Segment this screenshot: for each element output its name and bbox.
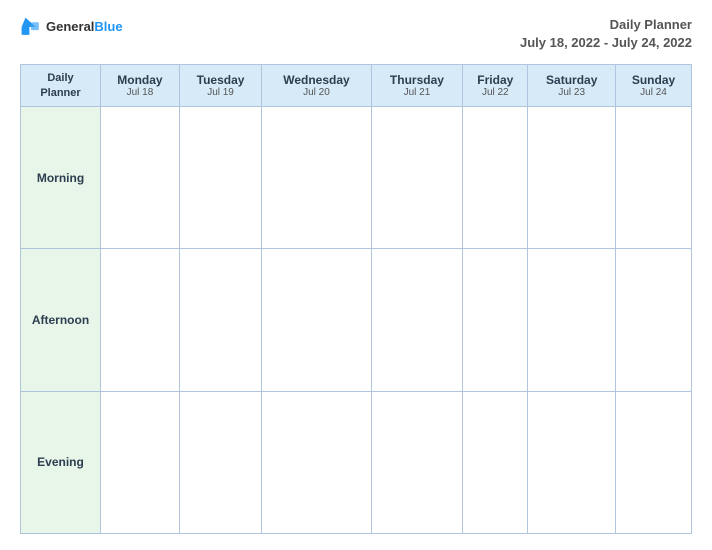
th-date: Jul 20	[266, 87, 366, 98]
header: GeneralBlue Daily Planner July 18, 2022 …	[20, 16, 692, 52]
cell-morning-wednesday[interactable]	[262, 106, 371, 248]
cell-morning-saturday[interactable]	[528, 106, 616, 248]
cell-evening-tuesday[interactable]	[179, 391, 261, 533]
th-label-daily: DailyPlanner	[40, 72, 80, 98]
th-wednesday: WednesdayJul 20	[262, 65, 371, 107]
cell-afternoon-wednesday[interactable]	[262, 249, 371, 391]
row-evening: Evening	[21, 391, 692, 533]
cell-afternoon-tuesday[interactable]	[179, 249, 261, 391]
row-afternoon: Afternoon	[21, 249, 692, 391]
cell-evening-wednesday[interactable]	[262, 391, 371, 533]
cell-morning-tuesday[interactable]	[179, 106, 261, 248]
th-date: Jul 22	[467, 87, 523, 98]
cell-morning-thursday[interactable]	[371, 106, 462, 248]
row-morning: Morning	[21, 106, 692, 248]
th-day-name: Sunday	[620, 73, 687, 87]
th-day-name: Wednesday	[266, 73, 366, 87]
date-range: July 18, 2022 - July 24, 2022	[520, 34, 692, 52]
cell-evening-thursday[interactable]	[371, 391, 462, 533]
planner-table: DailyPlanner MondayJul 18TuesdayJul 19We…	[20, 64, 692, 534]
logo-icon	[20, 16, 42, 38]
logo-text: GeneralBlue	[46, 19, 123, 35]
logo-area: GeneralBlue	[20, 16, 123, 38]
logo-blue: Blue	[94, 19, 122, 34]
th-date: Jul 24	[620, 87, 687, 98]
th-daily-planner: DailyPlanner	[21, 65, 101, 107]
th-friday: FridayJul 22	[463, 65, 528, 107]
header-title: Daily Planner July 18, 2022 - July 24, 2…	[520, 16, 692, 52]
header-row: DailyPlanner MondayJul 18TuesdayJul 19We…	[21, 65, 692, 107]
cell-afternoon-sunday[interactable]	[616, 249, 692, 391]
cell-evening-saturday[interactable]	[528, 391, 616, 533]
th-date: Jul 18	[105, 87, 175, 98]
th-saturday: SaturdayJul 23	[528, 65, 616, 107]
th-day-name: Friday	[467, 73, 523, 87]
th-date: Jul 19	[184, 87, 257, 98]
cell-morning-monday[interactable]	[101, 106, 180, 248]
th-thursday: ThursdayJul 21	[371, 65, 462, 107]
th-monday: MondayJul 18	[101, 65, 180, 107]
th-tuesday: TuesdayJul 19	[179, 65, 261, 107]
cell-morning-sunday[interactable]	[616, 106, 692, 248]
time-label-evening: Evening	[21, 391, 101, 533]
th-day-name: Saturday	[532, 73, 611, 87]
th-day-name: Thursday	[376, 73, 458, 87]
time-label-morning: Morning	[21, 106, 101, 248]
th-day-name: Tuesday	[184, 73, 257, 87]
cell-evening-friday[interactable]	[463, 391, 528, 533]
time-label-afternoon: Afternoon	[21, 249, 101, 391]
page: GeneralBlue Daily Planner July 18, 2022 …	[0, 0, 712, 550]
cell-afternoon-thursday[interactable]	[371, 249, 462, 391]
main-title: Daily Planner	[520, 16, 692, 34]
th-date: Jul 23	[532, 87, 611, 98]
cell-afternoon-saturday[interactable]	[528, 249, 616, 391]
cell-afternoon-friday[interactable]	[463, 249, 528, 391]
cell-evening-sunday[interactable]	[616, 391, 692, 533]
th-date: Jul 21	[376, 87, 458, 98]
cell-evening-monday[interactable]	[101, 391, 180, 533]
th-sunday: SundayJul 24	[616, 65, 692, 107]
cell-morning-friday[interactable]	[463, 106, 528, 248]
cell-afternoon-monday[interactable]	[101, 249, 180, 391]
th-day-name: Monday	[105, 73, 175, 87]
